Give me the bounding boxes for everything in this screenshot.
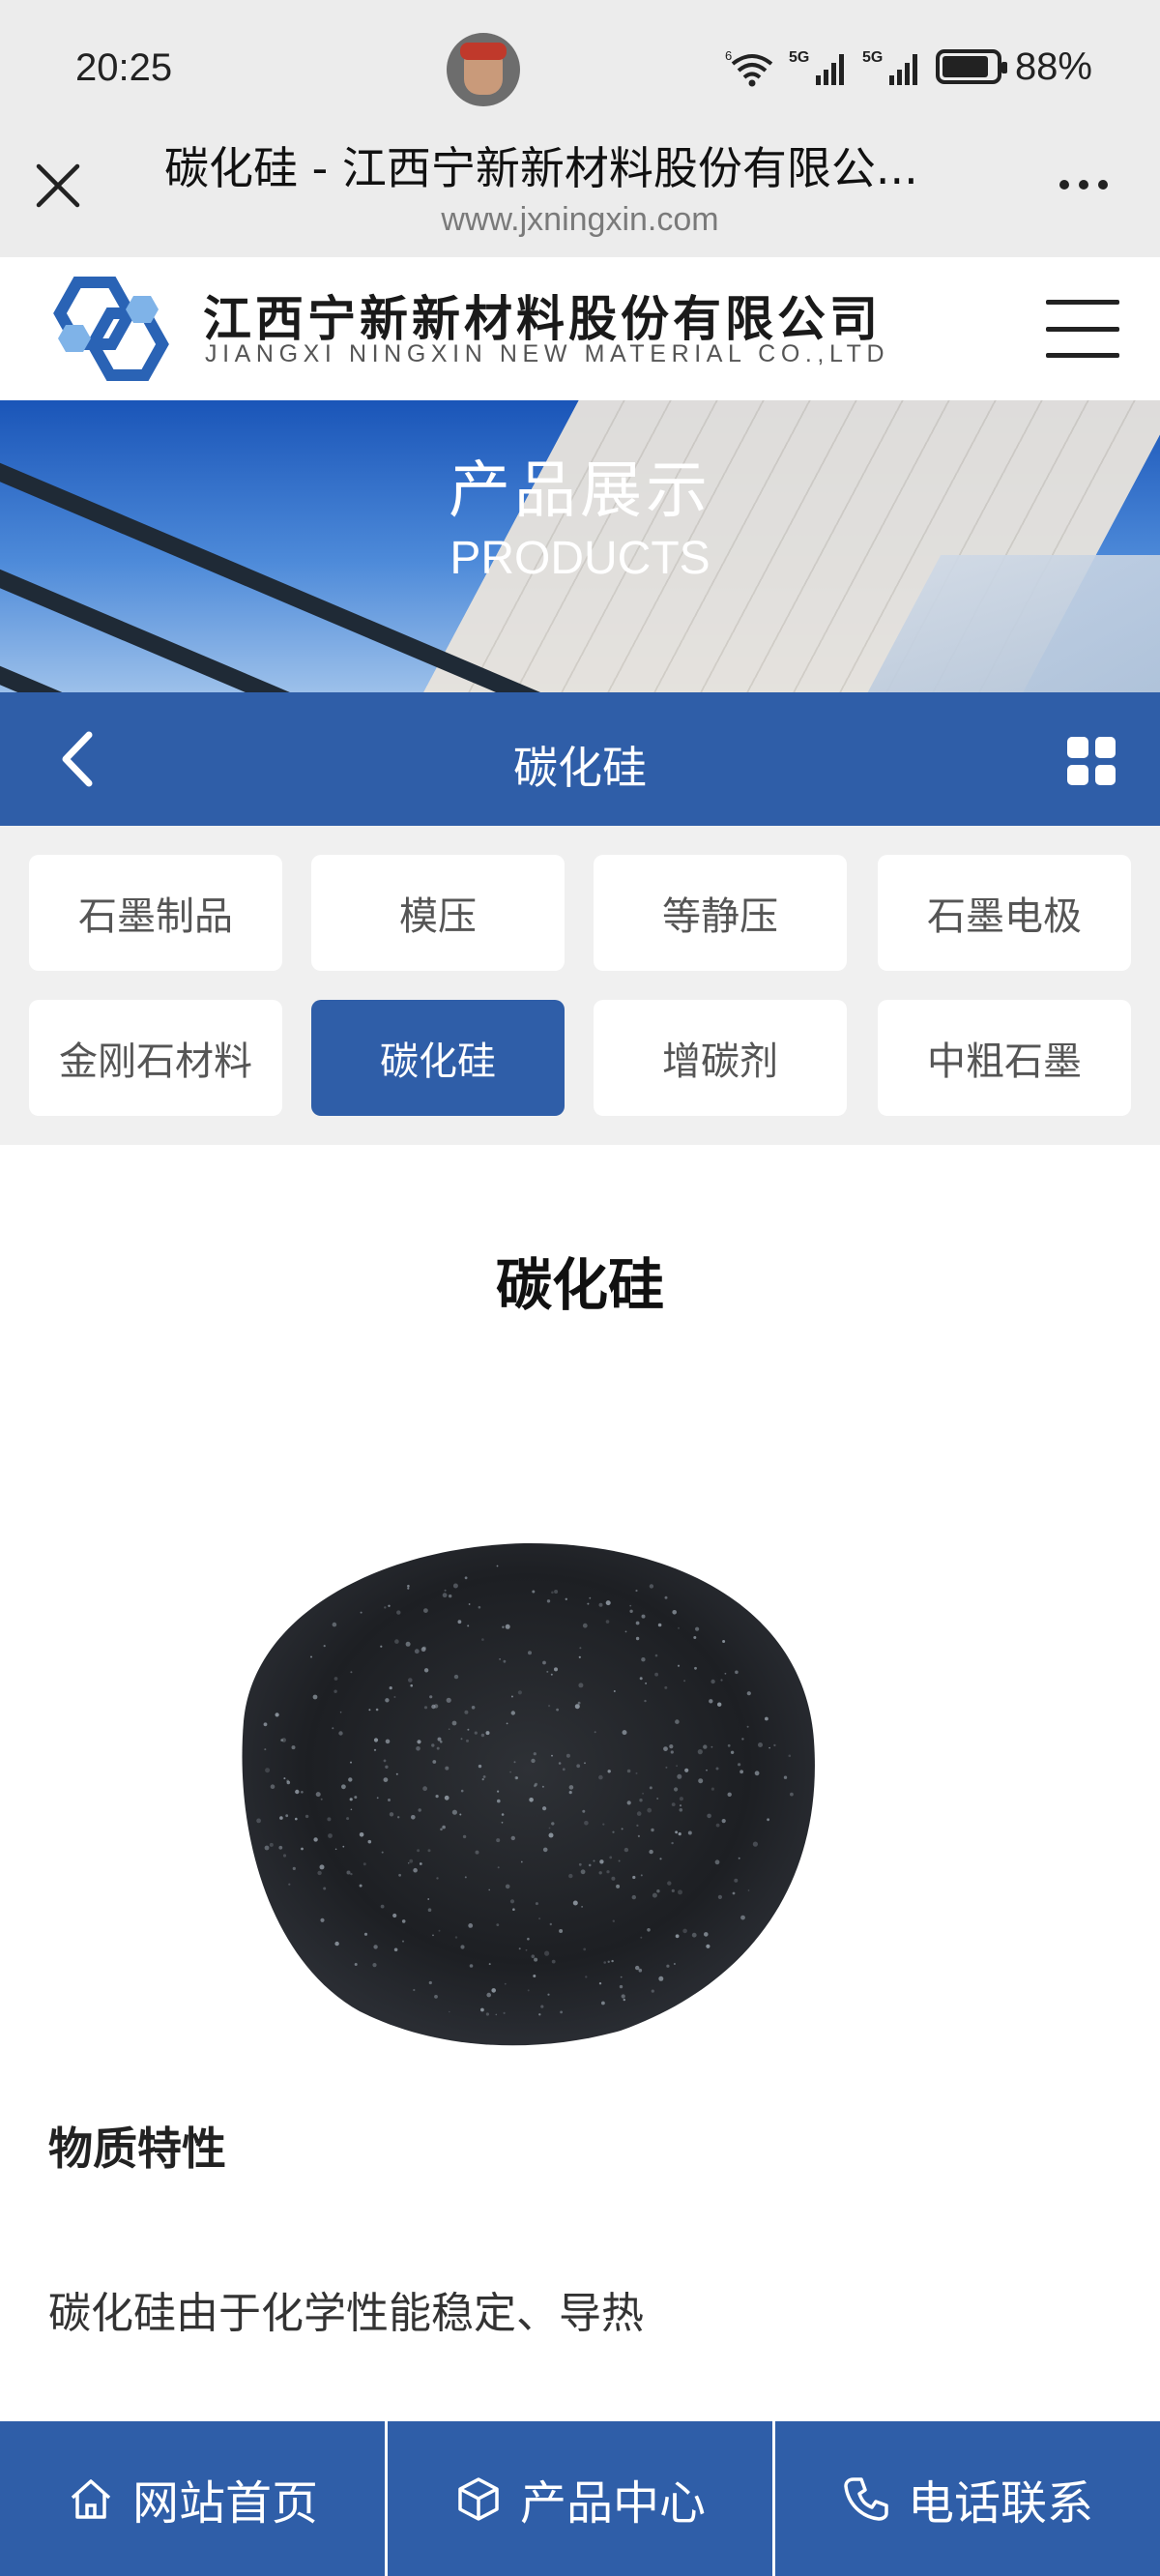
category-item[interactable]: 石墨制品 <box>29 855 282 971</box>
svg-text:5G: 5G <box>789 49 809 66</box>
category-navbar: 碳化硅 <box>0 692 1160 826</box>
category-item-active[interactable]: 碳化硅 <box>311 1000 565 1116</box>
category-item[interactable]: 石墨电极 <box>878 855 1131 971</box>
grid-icon[interactable] <box>1067 737 1116 785</box>
site-header: 江西宁新新材料股份有限公司 JIANGXI NINGXIN NEW MATERI… <box>0 257 1160 400</box>
bottom-nav-products[interactable]: 产品中心 <box>385 2421 772 2576</box>
bottom-nav-bar: 网站首页 产品中心 电话联系 <box>0 2421 1160 2576</box>
bottom-nav-label: 产品中心 <box>519 2476 706 2531</box>
wifi-6-icon: 6 <box>725 48 773 87</box>
bottom-nav-home[interactable]: 网站首页 <box>0 2421 385 2576</box>
page-title: 碳化硅 - 江西宁新新材料股份有限公... <box>164 142 918 194</box>
navbar-title: 碳化硅 <box>513 742 647 794</box>
more-dots-icon[interactable] <box>1059 180 1108 190</box>
status-bar: 20:25 6 5G 5G 88% <box>0 0 1160 141</box>
home-icon <box>71 2479 111 2519</box>
logo-english-name: JIANGXI NINGXIN NEW MATERIAL CO.,LTD <box>205 340 890 367</box>
battery-icon <box>935 49 1007 84</box>
category-item[interactable]: 等静压 <box>594 855 847 971</box>
product-image <box>242 1542 815 2046</box>
category-item[interactable]: 金刚石材料 <box>29 1000 282 1116</box>
bottom-nav-label: 电话联系 <box>907 2476 1093 2531</box>
banner-subtitle: PRODUCTS <box>450 533 710 584</box>
product-title: 碳化硅 <box>495 1252 664 1318</box>
category-item[interactable]: 模压 <box>311 855 565 971</box>
svg-text:5G: 5G <box>862 49 883 66</box>
phone-icon <box>844 2477 888 2521</box>
notification-avatar-icon <box>447 33 520 106</box>
page-url: www.jxningxin.com <box>441 201 719 238</box>
products-banner: 产品展示 PRODUCTS <box>0 400 1160 692</box>
bottom-nav-label: 网站首页 <box>131 2476 318 2531</box>
signal-5g-icon: 5G <box>789 49 844 85</box>
section-text: 碳化硅由于化学性能稳定、导热 <box>48 2289 644 2338</box>
bottom-nav-phone[interactable]: 电话联系 <box>772 2421 1160 2576</box>
status-time: 20:25 <box>75 46 173 89</box>
hamburger-icon[interactable] <box>1046 300 1119 358</box>
category-item[interactable]: 中粗石墨 <box>878 1000 1131 1116</box>
category-grid: 石墨制品 模压 等静压 石墨电极 金刚石材料 碳化硅 增碳剂 中粗石墨 <box>0 826 1160 1145</box>
category-item[interactable]: 增碳剂 <box>594 1000 847 1116</box>
svg-text:6: 6 <box>725 48 732 63</box>
banner-title: 产品展示 <box>449 455 711 527</box>
status-icons: 6 5G 5G 88% <box>725 43 1092 91</box>
browser-header: 碳化硅 - 江西宁新新材料股份有限公... www.jxningxin.com <box>0 141 1160 257</box>
company-logo-icon[interactable] <box>39 275 184 383</box>
signal-5g-icon: 5G <box>862 49 917 85</box>
battery-percent: 88% <box>1014 44 1092 88</box>
section-heading: 物质特性 <box>48 2122 226 2175</box>
box-icon <box>458 2477 499 2521</box>
